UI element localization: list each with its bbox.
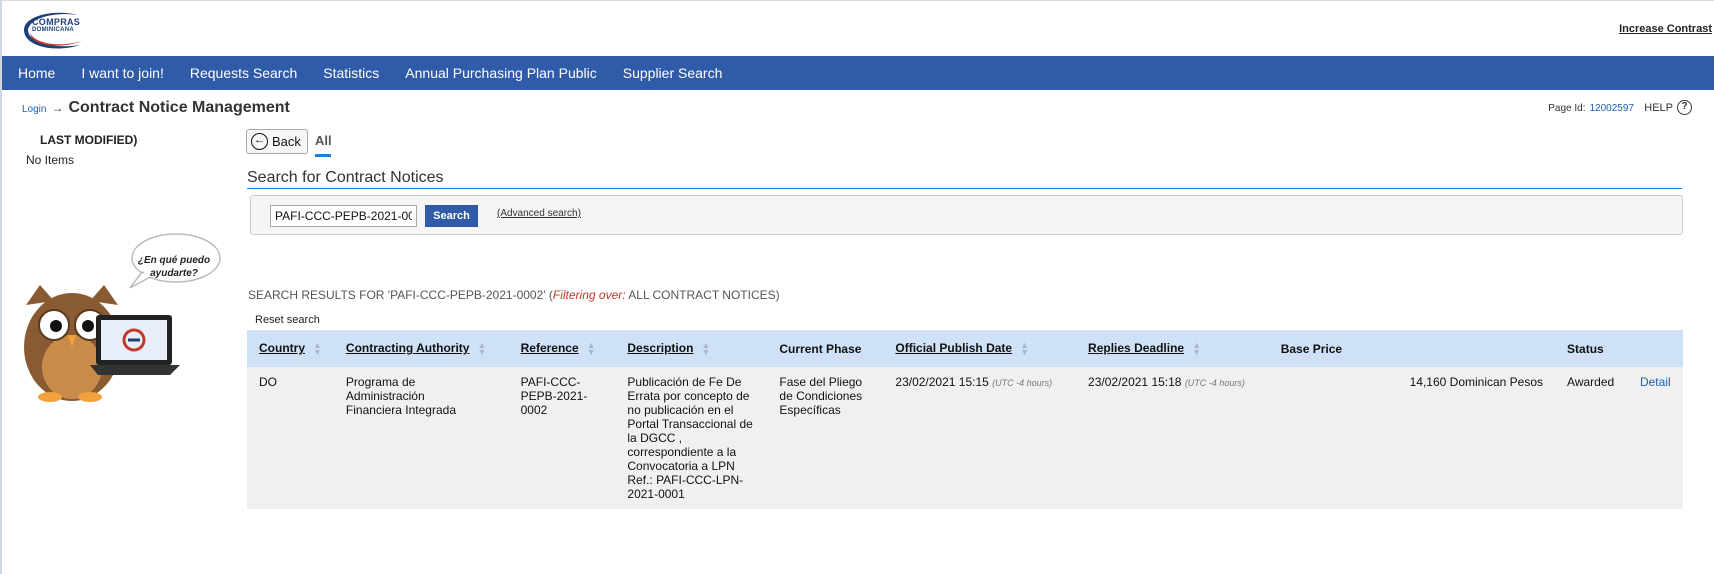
nav-home[interactable]: Home <box>18 65 55 81</box>
sort-icon[interactable]: ▲ ▼ <box>1192 340 1201 356</box>
sort-icon[interactable]: ▲ ▼ <box>477 340 486 356</box>
sort-icon[interactable]: ▲ ▼ <box>587 340 596 356</box>
col-base-price: Base Price <box>1268 330 1556 367</box>
cell-authority: Programa de Administración Financiera In… <box>333 367 509 509</box>
help-icon[interactable]: ? <box>1677 100 1692 115</box>
filter-label: Filtering over: <box>552 288 626 302</box>
col-authority[interactable]: Contracting Authority ▲ ▼ <box>333 330 509 367</box>
last-modified-heading: LAST MODIFIED) <box>40 133 138 147</box>
sort-icon[interactable]: ▲ ▼ <box>313 340 322 356</box>
table-row: DO Programa de Administración Financiera… <box>247 367 1683 509</box>
page-id-value: 12002597 <box>1589 103 1635 114</box>
col-status: Status <box>1555 330 1628 367</box>
results-table: Country ▲ ▼ Contracting Authority ▲ ▼ Refere… <box>247 330 1683 509</box>
tab-all[interactable]: All <box>315 133 332 148</box>
sort-icon[interactable]: ▲ ▼ <box>1020 340 1029 356</box>
breadcrumb-arrow-icon: → <box>51 101 64 115</box>
nav-annual-plan[interactable]: Annual Purchasing Plan Public <box>405 65 596 81</box>
col-country[interactable]: Country ▲ ▼ <box>247 330 334 367</box>
cell-reference: PAFI-CCC-PEPB-2021-0002 <box>508 367 616 509</box>
col-phase: Current Phase <box>767 330 884 367</box>
help-link[interactable]: HELP ? <box>1644 100 1692 115</box>
cell-base-price: 14,160 Dominican Pesos <box>1268 367 1556 509</box>
col-publish-date[interactable]: Official Publish Date ▲ ▼ <box>883 330 1077 367</box>
cell-status: Awarded <box>1555 367 1628 509</box>
search-panel: Search (Advanced search) <box>250 195 1683 235</box>
main-nav: Home I want to join! Requests Search Sta… <box>2 56 1714 90</box>
increase-contrast-link[interactable]: Increase Contrast <box>1619 23 1712 35</box>
cell-publish-date: 23/02/2021 15:15 (UTC -4 hours) <box>883 367 1077 509</box>
header: COMPRAS DOMINICANA Increase Contrast <box>2 0 1714 56</box>
search-button[interactable]: Search <box>425 205 478 227</box>
nav-statistics[interactable]: Statistics <box>323 65 379 81</box>
col-reference[interactable]: Reference ▲ ▼ <box>508 330 616 367</box>
search-heading: Search for Contract Notices <box>247 169 444 186</box>
col-description[interactable]: Description ▲ ▼ <box>615 330 768 367</box>
nav-supplier-search[interactable]: Supplier Search <box>623 65 723 81</box>
breadcrumb-login-link[interactable]: Login <box>22 104 46 115</box>
cell-deadline: 23/02/2021 15:18 (UTC -4 hours) <box>1076 367 1269 509</box>
detail-link[interactable]: Detail <box>1640 375 1671 389</box>
cell-country: DO <box>247 367 334 509</box>
search-heading-rule <box>247 188 1682 189</box>
cell-description: Publicación de Fe De Errata por concepto… <box>615 367 768 509</box>
breadcrumb: Login → Contract Notice Management <box>22 99 290 117</box>
owl-assistant-icon[interactable] <box>20 275 188 405</box>
search-input[interactable] <box>270 205 417 227</box>
cell-phase: Fase del Pliego de Condiciones Específic… <box>767 367 884 509</box>
deadline-timezone: (UTC -4 hours) <box>1184 378 1245 388</box>
no-items-text: No Items <box>26 153 75 167</box>
cell-actions: Detail <box>1627 367 1683 509</box>
results-label: SEARCH RESULTS FOR 'PAFI-CCC-PEPB-2021-0… <box>248 288 780 302</box>
sort-icon[interactable]: ▲ ▼ <box>701 340 710 356</box>
arrow-left-icon: ← <box>251 133 268 150</box>
table-header-row: Country ▲ ▼ Contracting Authority ▲ ▼ Refere… <box>247 330 1683 367</box>
col-deadline[interactable]: Replies Deadline ▲ ▼ <box>1076 330 1269 367</box>
reset-search-link[interactable]: Reset search <box>255 314 320 326</box>
nav-requests-search[interactable]: Requests Search <box>190 65 297 81</box>
col-actions <box>1627 330 1683 367</box>
advanced-search-link[interactable]: (Advanced search) <box>497 208 581 219</box>
page-id: Page Id: 12002597 <box>1548 103 1634 114</box>
logo-text: COMPRAS DOMINICANA <box>32 17 81 34</box>
back-button[interactable]: ← Back <box>246 129 308 154</box>
nav-join[interactable]: I want to join! <box>81 65 164 81</box>
back-label: Back <box>272 134 301 149</box>
tab-active-indicator <box>315 154 331 157</box>
publish-timezone: (UTC -4 hours) <box>992 378 1053 388</box>
page-id-label: Page Id: <box>1548 103 1586 114</box>
help-label: HELP <box>1644 101 1673 114</box>
page-title: Contract Notice Management <box>68 99 290 116</box>
